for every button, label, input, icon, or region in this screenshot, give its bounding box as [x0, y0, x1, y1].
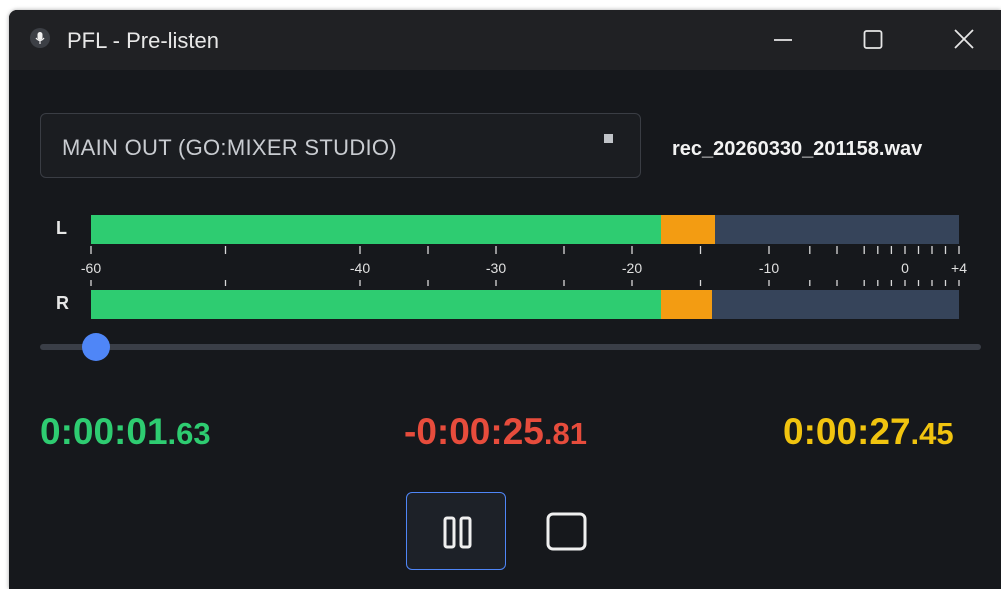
db-scale-label: -20: [621, 260, 643, 276]
pause-icon: [443, 516, 472, 549]
total-time-fraction: .45: [910, 416, 954, 451]
elapsed-time-fraction: .63: [167, 416, 211, 451]
db-scale-label: -10: [758, 260, 780, 276]
pfl-window: PFL - Pre-listen MAIN OUT (GO:MIXER STUD…: [9, 10, 1001, 589]
db-scale-label: 0: [901, 260, 909, 276]
pause-button[interactable]: [406, 492, 506, 570]
remaining-time-fraction: .81: [543, 416, 587, 451]
total-time-main: 0:00:27: [783, 411, 911, 452]
seek-slider-track[interactable]: [40, 344, 981, 350]
right-meter-green-fill: [91, 290, 662, 319]
total-time: 0:00:27.45: [783, 410, 954, 456]
remaining-time: -0:00:25.81: [404, 410, 587, 456]
db-scale-label: -60: [80, 260, 102, 276]
right-channel-label: R: [56, 293, 69, 313]
seek-slider-thumb[interactable]: [81, 333, 110, 361]
db-scale-label: -40: [349, 260, 371, 276]
db-scale-label: +4: [951, 260, 967, 276]
elapsed-time-main: 0:00:01: [40, 411, 168, 452]
right-level-meter: [91, 290, 959, 319]
db-scale-label: -30: [485, 260, 507, 276]
stop-icon: [546, 512, 587, 551]
remaining-time-main: -0:00:25: [404, 411, 544, 452]
elapsed-time: 0:00:01.63: [40, 410, 211, 456]
right-meter-orange-fill: [661, 290, 713, 319]
stop-button[interactable]: [525, 492, 609, 570]
